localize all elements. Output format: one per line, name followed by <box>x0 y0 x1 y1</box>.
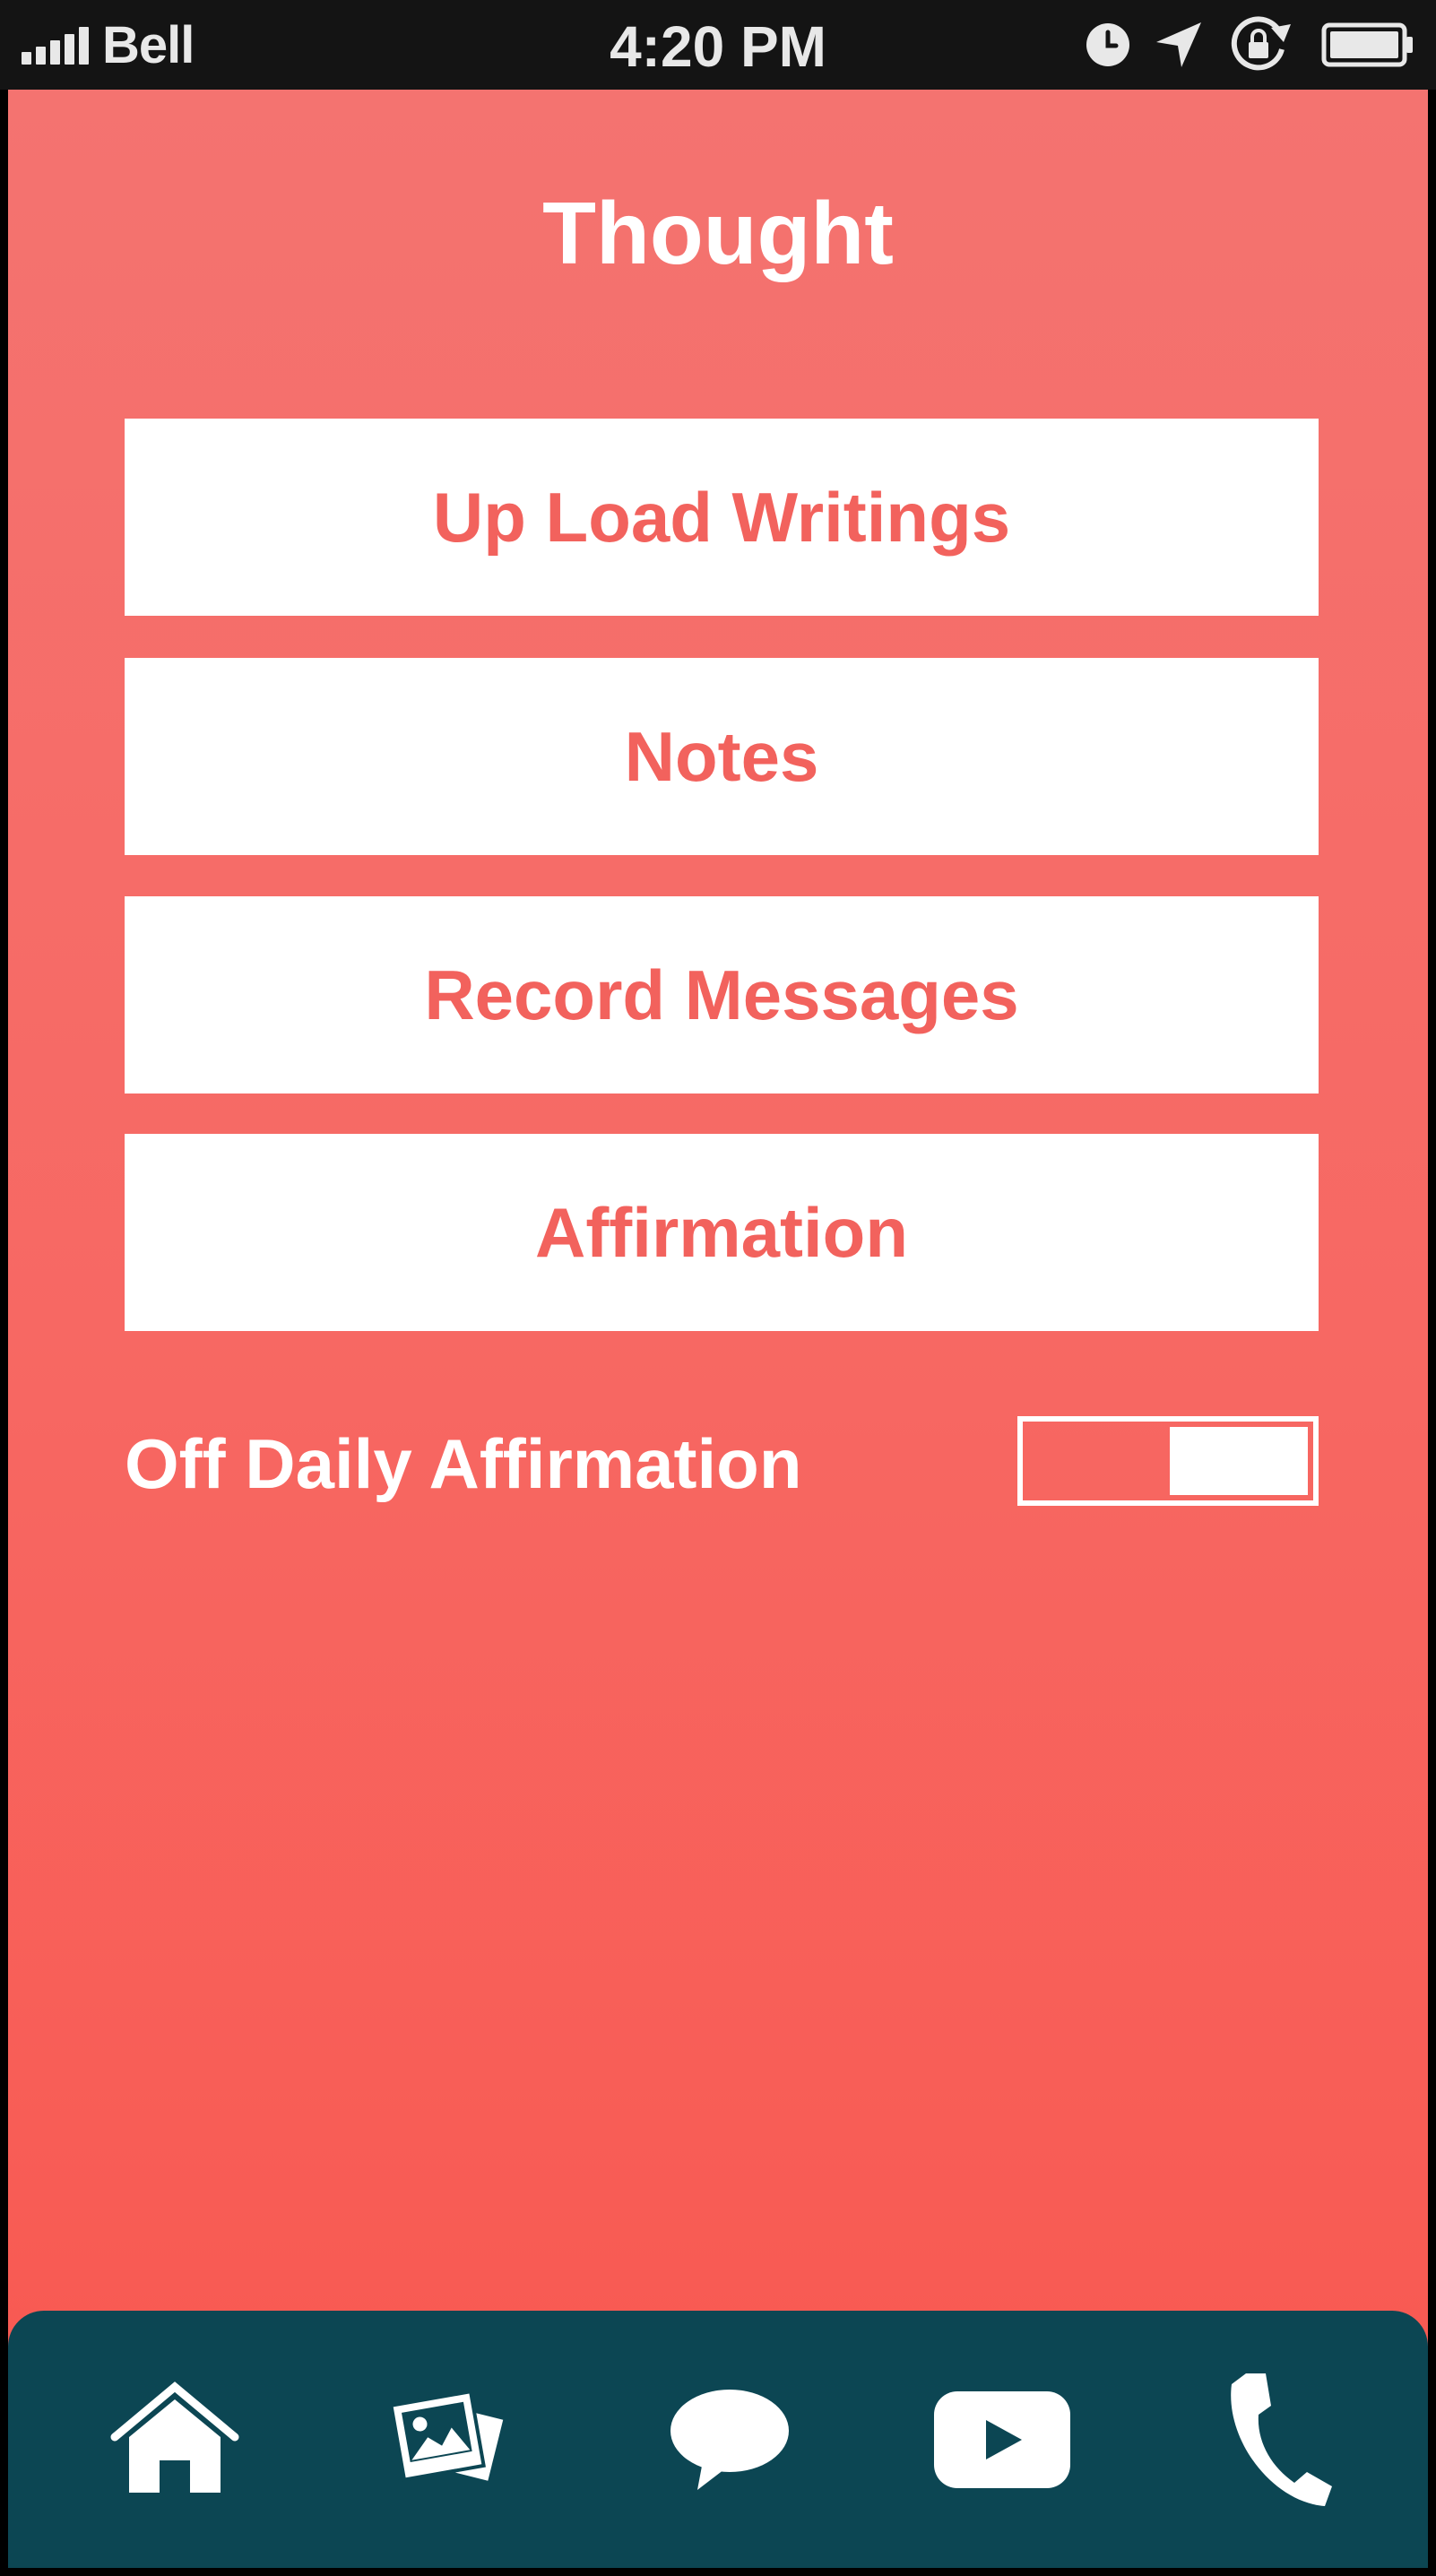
location-arrow-icon <box>1156 22 1201 67</box>
status-right <box>1085 0 1414 90</box>
chat-icon <box>670 2389 789 2490</box>
tab-home[interactable] <box>85 2311 264 2568</box>
upload-writings-button[interactable]: Up Load Writings <box>125 419 1319 616</box>
notes-button[interactable]: Notes <box>125 658 1319 855</box>
tab-phone[interactable] <box>1188 2311 1367 2568</box>
tab-gallery[interactable] <box>359 2311 538 2568</box>
daily-affirmation-toggle[interactable] <box>1017 1416 1319 1506</box>
phone-icon <box>1231 2373 1332 2506</box>
rotation-lock-icon <box>1231 16 1291 71</box>
record-messages-button[interactable]: Record Messages <box>125 896 1319 1094</box>
tab-chat[interactable] <box>640 2311 819 2568</box>
home-icon <box>110 2381 239 2493</box>
video-play-icon <box>934 2390 1070 2488</box>
main-screen: Thought Up Load Writings Notes Record Me… <box>8 90 1428 2568</box>
tab-video[interactable] <box>913 2311 1092 2568</box>
page-title: Thought <box>542 184 894 282</box>
battery-icon <box>1321 22 1413 67</box>
daily-affirmation-label: Off Daily Affirmation <box>125 1424 802 1503</box>
gallery-icon <box>390 2389 504 2482</box>
alarm-clock-icon <box>1086 23 1129 66</box>
affirmation-button[interactable]: Affirmation <box>125 1134 1319 1331</box>
status-bar: Bell 4:20 PM <box>0 0 1436 90</box>
tab-bar <box>8 2311 1428 2568</box>
device-frame: Bell 4:20 PM Thought Up Load Writings No… <box>0 0 1436 2576</box>
toggle-knob <box>1170 1427 1308 1495</box>
